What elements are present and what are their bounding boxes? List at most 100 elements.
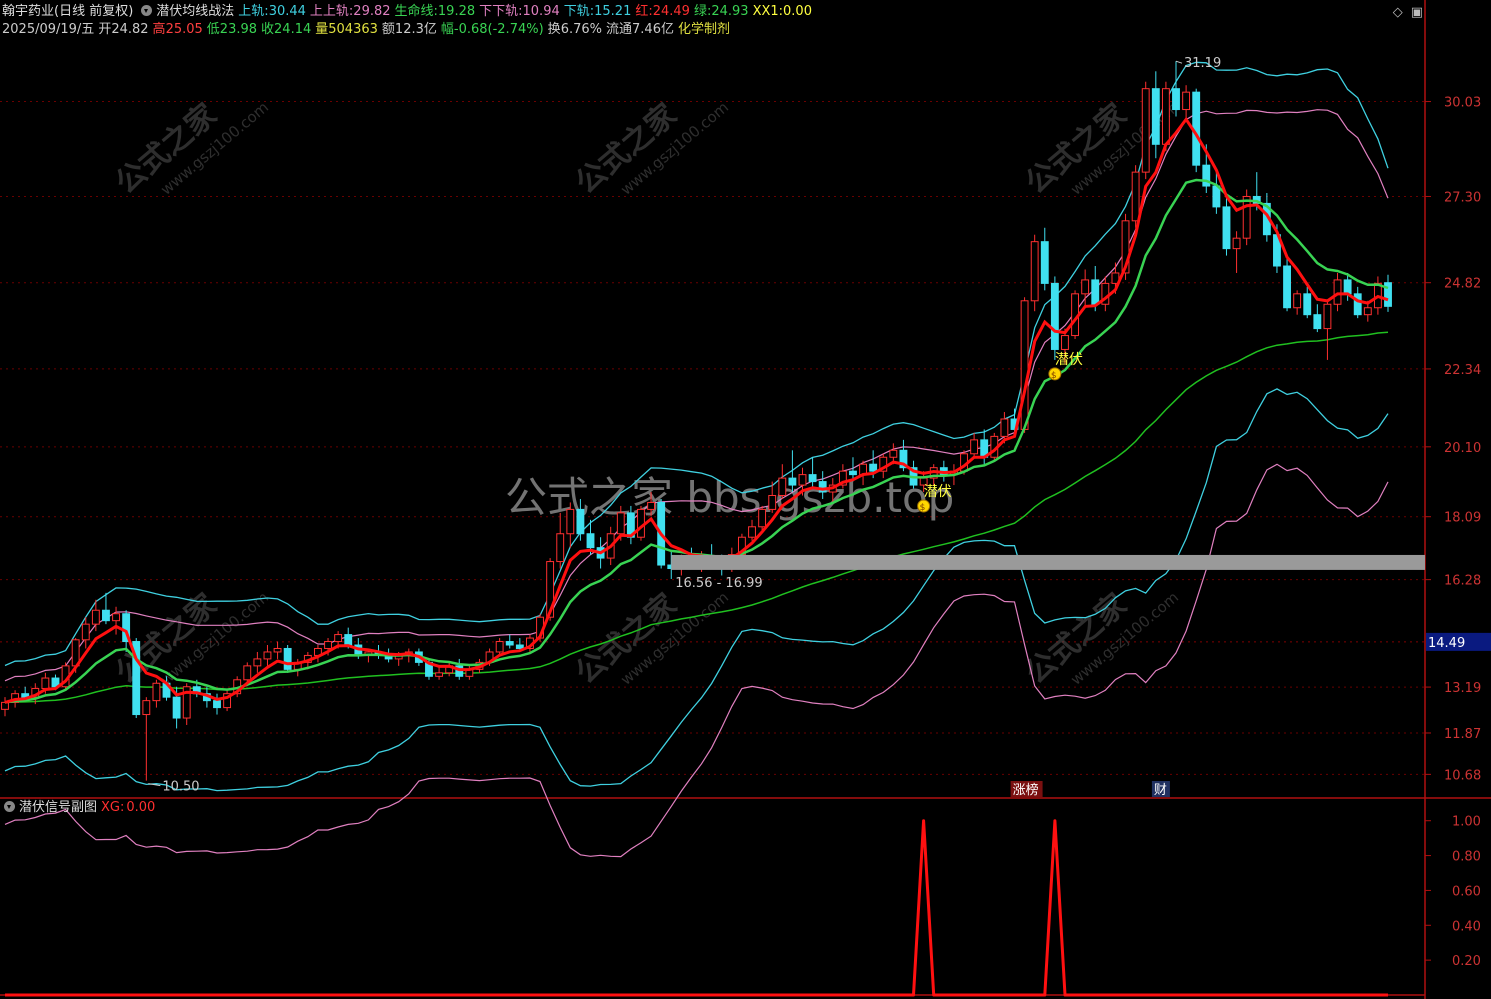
candle-body-123	[1242, 195, 1251, 239]
candle-body-102	[1030, 241, 1039, 302]
xg-signal-line	[5, 819, 1388, 997]
candle-body-127	[1283, 265, 1291, 309]
candle-body-14	[142, 700, 151, 716]
candle-body-88	[889, 449, 898, 458]
candle-body-135	[1363, 307, 1372, 316]
candle-body-28	[283, 647, 292, 670]
candle-body-58	[586, 533, 595, 549]
quote-header: 2025/09/19/五 开24.82 高25.05 低23.98 收24.14 量504…	[2, 22, 738, 38]
candle-body-15	[152, 682, 161, 702]
candle-body-25	[253, 658, 262, 667]
candle-body-43	[435, 672, 444, 677]
watermark-tile-0: 公式之家www.gszj100.com	[109, 97, 272, 201]
sub-y-tick-label-4: 0.20	[1452, 954, 1481, 969]
indicator-value-2: 19.28	[437, 4, 476, 19]
candle-body-61	[616, 512, 625, 535]
quote-value-4: 24.14	[274, 22, 312, 37]
candle-body-121	[1222, 206, 1231, 250]
candle-body-50	[505, 641, 514, 646]
candle-body-77	[778, 477, 787, 496]
y-tick-label-8: 13.19	[1444, 681, 1481, 696]
candle-body-9	[91, 609, 100, 625]
quote-value-7: -0.68(-2.74%)	[453, 22, 544, 37]
candle-body-56	[566, 508, 575, 535]
quote-label-3: 低	[206, 22, 220, 37]
indicator-label-2: 生命线:	[394, 4, 438, 19]
sub-y-tick-label-0: 1.00	[1452, 815, 1481, 830]
indicator-label-3: 下下轨:	[479, 4, 523, 19]
candles	[1, 61, 1392, 781]
diamond-icon[interactable]: ◇	[1393, 5, 1403, 20]
indicator-value-1: 29.82	[353, 4, 391, 19]
indicator-label-0: 上轨:	[238, 4, 269, 19]
candle-body-122	[1232, 237, 1241, 250]
candle-body-105	[1061, 335, 1069, 350]
candle-body-96	[970, 439, 979, 455]
quote-value-6: 12.3亿	[394, 22, 437, 37]
candle-body-10	[102, 609, 110, 622]
indicator-value-6: 24.93	[711, 4, 749, 19]
quote-value-8: 6.76%	[560, 22, 602, 37]
candle-body-99	[1000, 418, 1009, 437]
band-lines	[4, 61, 1389, 858]
signal-label-0: 潜伏	[924, 484, 952, 500]
candle-body-130	[1313, 314, 1322, 330]
candle-body-116	[1172, 88, 1180, 111]
candle-body-26	[263, 651, 272, 660]
y-tick-label-9: 11.87	[1444, 727, 1481, 742]
candle-body-51	[515, 644, 524, 649]
candle-body-76	[768, 494, 777, 510]
candle-body-21	[213, 700, 221, 709]
high-pointer	[1175, 60, 1183, 64]
high-price-label: 31.19	[1184, 56, 1221, 71]
maximize-icon[interactable]: ▣	[1411, 5, 1423, 20]
xg-value: 0.00	[126, 800, 156, 815]
sub-chart: 1.00 0.80 0.60 0.40 0.20	[5, 815, 1481, 997]
candle-body-55	[556, 533, 565, 563]
watermark-tile-5: 公式之家www.gszj100.com	[1019, 587, 1182, 691]
indicator-label-1: 上上轨:	[309, 4, 354, 19]
indicator-header: 翰宇药业(日线 前复权) 潜伏均线战法 上轨:30.44 上上轨:29.82 生命线:1…	[2, 4, 820, 20]
quote-value-1: 24.82	[111, 22, 149, 37]
candle-body-8	[81, 623, 90, 641]
sub-y-tick-label-2: 0.60	[1452, 884, 1481, 899]
y-tick-label-5: 18.09	[1444, 511, 1481, 526]
sub-chart-header: 潜伏信号副图 XG: 0.00	[2, 800, 159, 816]
candle-body-113	[1141, 88, 1150, 173]
box-range-label: 16.56 - 16.99	[675, 576, 762, 591]
y-tick-label-4: 20.10	[1444, 441, 1481, 456]
tag-label-0: 涨榜	[1013, 782, 1039, 798]
candle-body-120	[1212, 185, 1221, 208]
quote-label-10: 化学制剂	[677, 22, 730, 37]
dropdown-icon[interactable]	[4, 801, 15, 812]
corner-tools: ◇ ▣	[1385, 5, 1423, 20]
y-tick-label-1: 27.30	[1444, 190, 1481, 205]
candle-body-128	[1293, 293, 1302, 309]
quote-label-0: 2025/09/19/五	[2, 22, 95, 37]
quote-label-4: 收	[261, 22, 275, 37]
y-tick-label-10: 10.68	[1444, 768, 1481, 783]
candle-body-103	[1040, 241, 1049, 284]
candle-body-0	[1, 701, 9, 710]
watermark-tile-1: 公式之家www.gszj100.com	[569, 97, 732, 201]
y-tick-label-2: 24.82	[1444, 277, 1481, 292]
signal-coin-glyph-1: $	[1051, 371, 1057, 381]
quote-label-1: 开	[98, 22, 112, 37]
indicator-value-7: 0.00	[783, 4, 812, 19]
quote-value-5: 504363	[328, 22, 378, 37]
candle-body-79	[798, 474, 807, 486]
candle-body-114	[1151, 88, 1160, 145]
candle-body-134	[1353, 293, 1362, 316]
candle-body-107	[1081, 279, 1090, 295]
indicator-value-0: 30.44	[268, 4, 306, 19]
candle-body-104	[1050, 282, 1059, 350]
candle-body-34	[344, 634, 353, 646]
kline-chart: 公式之家www.gszj100.com 公式之家www.gszj100.com 公式…	[0, 0, 1491, 999]
tag-label-1: 财	[1154, 783, 1167, 798]
dropdown-icon[interactable]	[141, 5, 153, 16]
candle-body-4	[41, 677, 50, 689]
indicator-name: 潜伏均线战法	[156, 4, 235, 19]
candle-body-24	[243, 665, 252, 681]
candle-body-108	[1091, 279, 1100, 305]
xg-label: XG:	[101, 800, 125, 815]
